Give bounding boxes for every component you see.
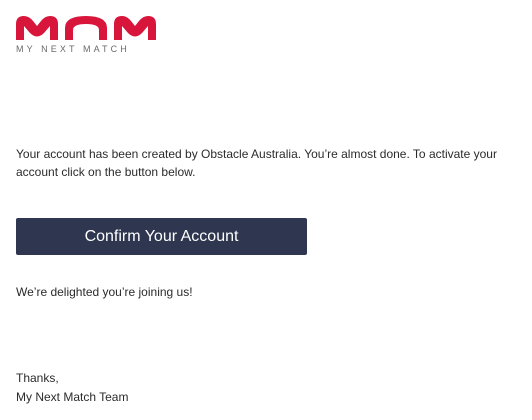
- logo-tagline: MY NEXT MATCH: [16, 44, 130, 54]
- closing-text: Thanks,: [16, 371, 59, 385]
- signature-text: My Next Match Team: [16, 390, 129, 404]
- welcome-message: We’re delighted you’re joining us!: [16, 285, 193, 299]
- confirm-account-button[interactable]: Confirm Your Account: [16, 218, 307, 255]
- email-signoff: Thanks, My Next Match Team: [16, 369, 128, 407]
- mam-logo-mark: [16, 16, 156, 40]
- intro-message: Your account has been created by Obstacl…: [16, 147, 497, 179]
- brand-logo: MY NEXT MATCH: [16, 16, 156, 54]
